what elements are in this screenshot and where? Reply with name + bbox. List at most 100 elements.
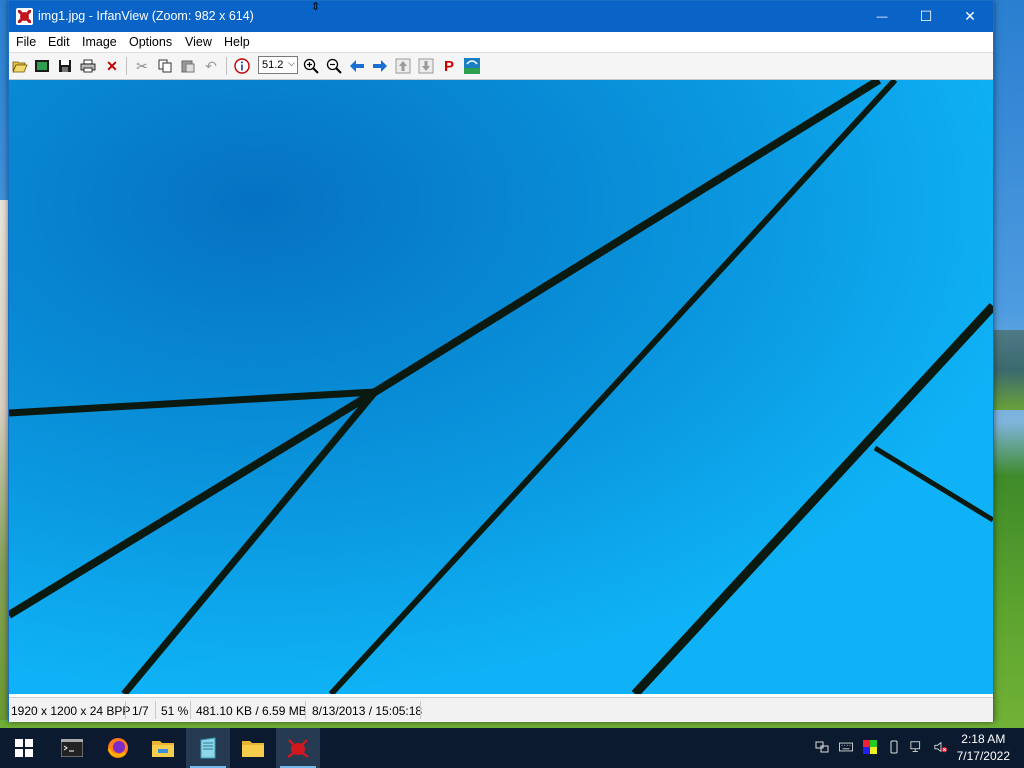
status-zoom: 51 % xyxy=(161,704,189,718)
print-icon xyxy=(80,59,96,73)
window-title: img1.jpg - IrfanView (Zoom: 982 x 614) xyxy=(38,9,254,23)
open-button[interactable] xyxy=(11,57,29,75)
status-dimensions: 1920 x 1200 x 24 BPP xyxy=(11,704,131,718)
status-separator xyxy=(155,701,156,719)
undo-icon: ↶ xyxy=(205,57,217,74)
copy-button[interactable] xyxy=(156,57,174,75)
delete-icon: ✕ xyxy=(106,57,118,74)
taskbar-firefox[interactable] xyxy=(96,728,140,768)
delete-button[interactable]: ✕ xyxy=(103,57,121,75)
volume-muted-icon xyxy=(934,741,948,753)
notepad-icon xyxy=(200,737,216,759)
minimize-button[interactable]: — xyxy=(859,1,905,32)
desktop-background-left xyxy=(0,200,8,720)
image-canvas[interactable] xyxy=(9,80,993,694)
taskbar-notepad[interactable] xyxy=(186,728,230,768)
clock-time: 2:18 AM xyxy=(961,732,1006,746)
network-wired-icon xyxy=(910,741,921,752)
close-icon: ✕ xyxy=(964,8,976,24)
status-bar: 1920 x 1200 x 24 BPP 1/7 51 % 481.10 KB … xyxy=(9,697,993,722)
next-icon xyxy=(373,60,387,72)
status-separator xyxy=(125,701,126,719)
last-icon xyxy=(418,58,434,74)
folder-icon xyxy=(242,741,264,757)
slideshow-icon xyxy=(35,60,49,72)
save-icon xyxy=(59,60,71,72)
tray-volume[interactable] xyxy=(934,740,948,754)
tray-keyboard[interactable] xyxy=(839,740,853,754)
info-icon xyxy=(234,58,250,74)
menu-options[interactable]: Options xyxy=(129,35,172,49)
irfanview-logo-icon xyxy=(464,58,480,74)
taskbar: 2:18 AM 7/17/2022 xyxy=(0,728,1024,768)
tray-network-wired[interactable] xyxy=(910,740,924,754)
paste-icon xyxy=(181,60,195,73)
tray-color[interactable] xyxy=(863,740,877,754)
taskbar-file-explorer[interactable] xyxy=(141,728,185,768)
usb-icon xyxy=(890,740,898,754)
menu-image[interactable]: Image xyxy=(82,35,117,49)
zoom-in-button[interactable] xyxy=(302,57,320,75)
zoom-out-icon xyxy=(326,58,342,74)
taskbar-terminal[interactable] xyxy=(50,728,94,768)
status-separator xyxy=(190,701,191,719)
minimize-icon: — xyxy=(876,10,888,23)
info-button[interactable] xyxy=(233,57,251,75)
irfanview-window: img1.jpg - IrfanView (Zoom: 982 x 614) —… xyxy=(8,0,994,722)
slideshow-button[interactable] xyxy=(33,57,51,75)
tray-network[interactable] xyxy=(815,740,829,754)
irfanview-app-icon[interactable] xyxy=(16,8,33,25)
wallpaper-image xyxy=(9,80,993,694)
zoom-in-icon xyxy=(303,58,319,74)
title-bar[interactable]: img1.jpg - IrfanView (Zoom: 982 x 614) —… xyxy=(9,1,993,32)
undo-button[interactable]: ↶ xyxy=(202,57,220,75)
status-date: 8/13/2013 / 15:05:18 xyxy=(312,704,423,718)
copy-icon xyxy=(158,59,172,73)
toolbar-separator xyxy=(126,57,127,75)
first-image-button[interactable] xyxy=(394,57,412,75)
print-button[interactable] xyxy=(79,57,97,75)
menu-view[interactable]: View xyxy=(185,35,212,49)
color-icon xyxy=(863,740,877,754)
menu-edit[interactable]: Edit xyxy=(48,35,70,49)
zoom-select[interactable]: 51.2 ⌵ xyxy=(258,56,298,74)
firefox-icon xyxy=(107,738,128,758)
network-icon xyxy=(815,741,829,753)
cut-icon: ✂ xyxy=(136,57,148,74)
paint-button[interactable]: P xyxy=(440,57,458,75)
close-button[interactable]: ✕ xyxy=(947,1,993,32)
previous-image-button[interactable] xyxy=(348,57,366,75)
paint-icon: P xyxy=(443,57,454,75)
maximize-button[interactable]: ☐ xyxy=(903,1,949,32)
status-file-size: 481.10 KB / 6.59 MB xyxy=(196,704,307,718)
menu-bar: File Edit Image Options View Help xyxy=(9,32,993,53)
tray-usb[interactable] xyxy=(887,740,901,754)
cut-button[interactable]: ✂ xyxy=(133,57,151,75)
toolbar-separator xyxy=(226,57,227,75)
next-image-button[interactable] xyxy=(371,57,389,75)
start-icon xyxy=(15,739,33,757)
file-explorer-icon xyxy=(152,741,174,757)
chevron-down-icon: ⌵ xyxy=(288,58,295,68)
paste-button[interactable] xyxy=(179,57,197,75)
zoom-select-value: 51.2 xyxy=(262,59,284,71)
previous-icon xyxy=(350,60,364,72)
maximize-icon: ☐ xyxy=(919,8,933,24)
status-index: 1/7 xyxy=(132,704,149,718)
taskbar-folder[interactable] xyxy=(231,728,275,768)
taskbar-irfanview[interactable] xyxy=(276,728,320,768)
save-button[interactable] xyxy=(56,57,74,75)
zoom-out-button[interactable] xyxy=(325,57,343,75)
status-separator xyxy=(420,701,421,719)
taskbar-clock[interactable]: 2:18 AM 7/17/2022 xyxy=(957,731,1010,765)
menu-file[interactable]: File xyxy=(16,35,36,49)
toolbar: ✕ ✂ ↶ 51.2 ⌵ P xyxy=(9,53,993,80)
first-icon xyxy=(395,58,411,74)
menu-help[interactable]: Help xyxy=(224,35,250,49)
last-image-button[interactable] xyxy=(417,57,435,75)
start-button[interactable] xyxy=(2,728,46,768)
open-icon xyxy=(12,61,28,73)
irfanview-logo-button[interactable] xyxy=(463,57,481,75)
status-separator xyxy=(305,701,306,719)
mouse-cursor-icon: ⇕ xyxy=(311,1,321,13)
